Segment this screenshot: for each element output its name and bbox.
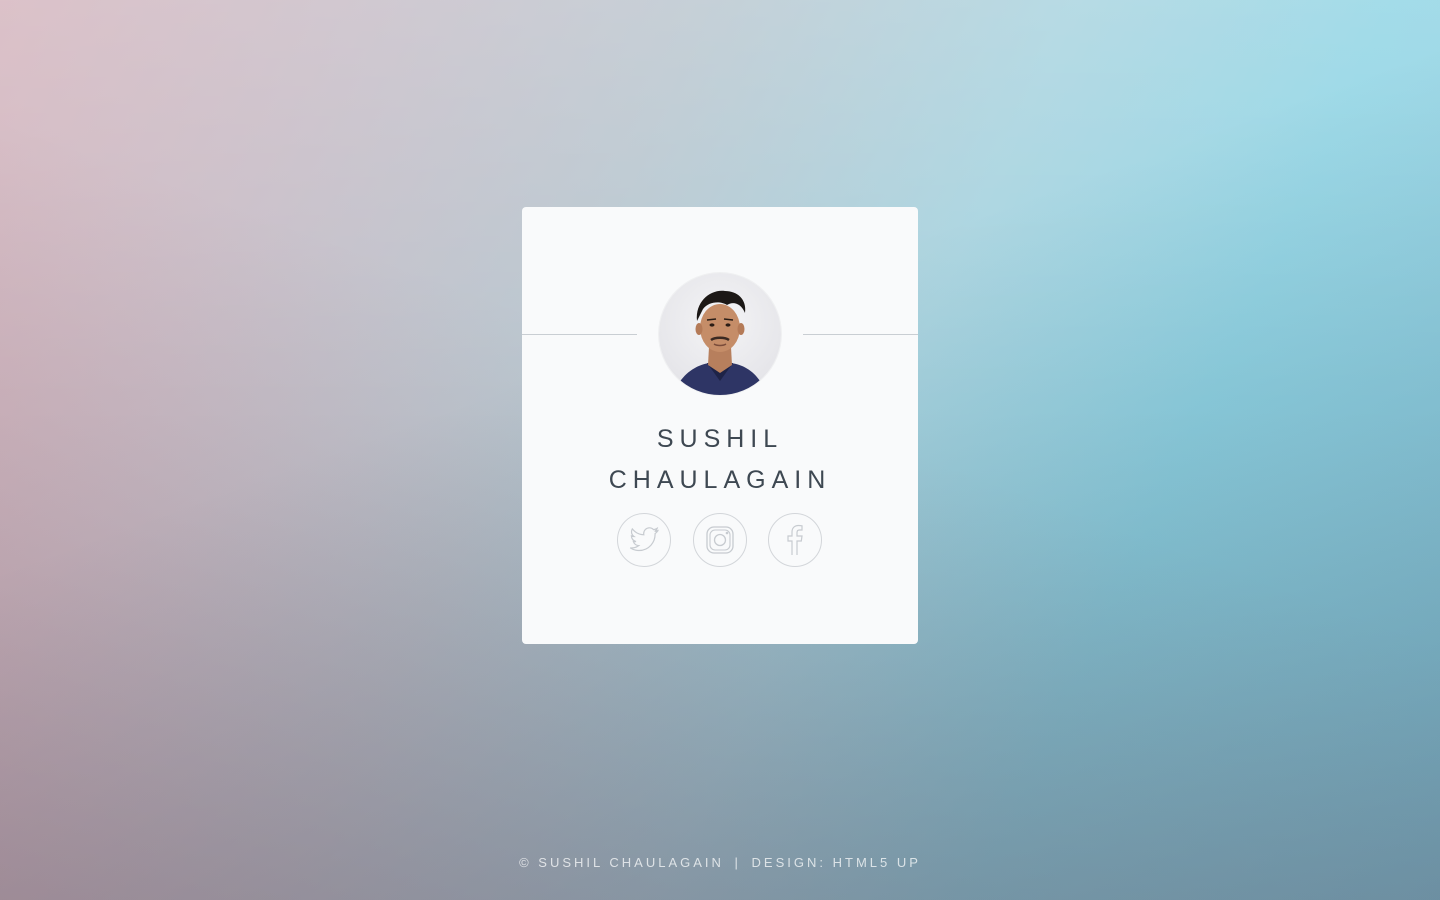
last-name: CHAULAGAIN (608, 466, 832, 494)
profile-card: SUSHIL CHAULAGAIN (522, 207, 918, 644)
footer-design-credit-link[interactable]: DESIGN: HTML5 UP (752, 855, 921, 870)
facebook-link[interactable] (768, 513, 822, 567)
divider-right (803, 334, 918, 335)
social-links (522, 513, 918, 569)
profile-name: SUSHIL CHAULAGAIN (522, 419, 918, 501)
avatar-row (522, 273, 918, 395)
twitter-icon (629, 526, 659, 552)
footer: © SUSHIL CHAULAGAIN | DESIGN: HTML5 UP (0, 855, 1440, 870)
avatar (659, 273, 781, 395)
facebook-icon (787, 524, 803, 555)
twitter-link[interactable] (617, 513, 671, 567)
divider-left (522, 334, 637, 335)
instagram-icon (706, 526, 734, 554)
instagram-link[interactable] (693, 513, 747, 567)
avatar-image (673, 290, 767, 395)
first-name: SUSHIL (656, 425, 784, 453)
footer-separator: | (734, 855, 741, 870)
footer-copyright: © SUSHIL CHAULAGAIN (519, 855, 724, 870)
